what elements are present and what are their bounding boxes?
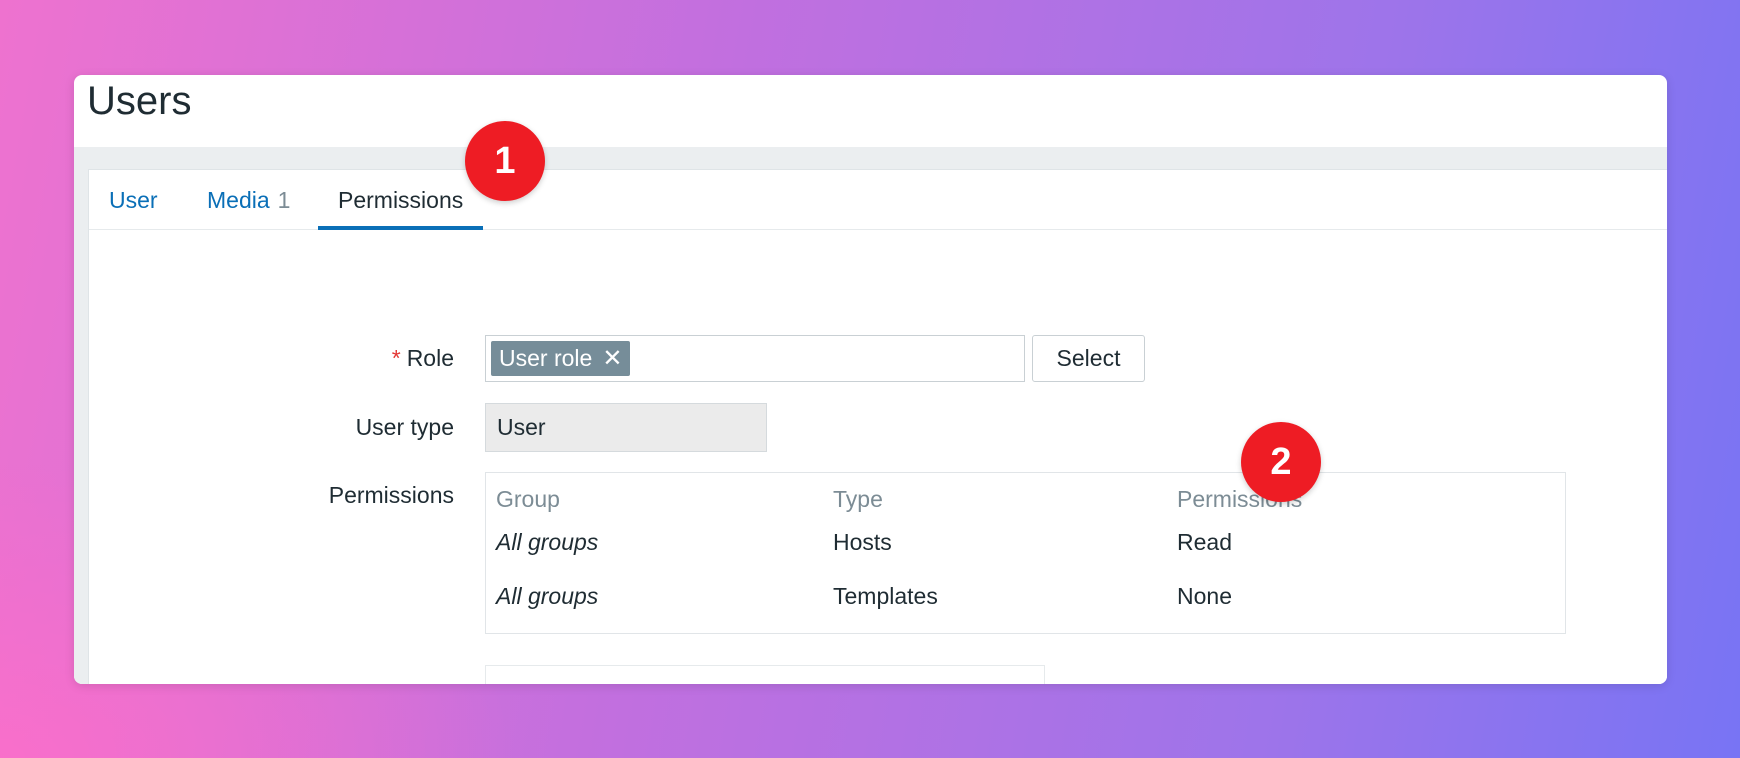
row-1-group: All groups xyxy=(496,529,599,555)
required-marker: * xyxy=(391,345,401,371)
column-header-group: Group xyxy=(496,486,560,512)
row-1-permission: Read xyxy=(1177,529,1232,555)
close-icon[interactable]: ✕ xyxy=(602,341,622,376)
role-chip: User role ✕ xyxy=(491,341,631,376)
tab-user[interactable]: User xyxy=(89,170,178,230)
row-2-group: All groups xyxy=(496,583,599,609)
users-window: Users User Media 1 Permissions * Role User… xyxy=(74,75,1667,684)
tab-media[interactable]: Media 1 xyxy=(187,170,310,230)
tab-media-count: 1 xyxy=(277,187,291,213)
tab-media-label: Media xyxy=(207,187,270,213)
column-header-type: Type xyxy=(833,486,883,512)
tab-permissions[interactable]: Permissions xyxy=(318,170,484,230)
tab-bar: User Media 1 Permissions xyxy=(89,170,1667,230)
annotation-badge-1: 1 xyxy=(465,121,545,201)
select-role-button[interactable]: Select xyxy=(1032,335,1145,382)
user-type-label: User type xyxy=(355,414,454,440)
permissions-label: Permissions xyxy=(328,482,454,508)
row-2-permission: None xyxy=(1177,583,1232,609)
row-2-type: Templates xyxy=(833,583,938,609)
tab-user-label: User xyxy=(109,187,158,213)
form-panel: User Media 1 Permissions * Role User role … xyxy=(88,169,1667,684)
permissions-note: Permissions can be assigned for user gro… xyxy=(485,665,1045,684)
row-1-type: Hosts xyxy=(833,529,892,555)
user-type-field: User xyxy=(485,403,767,452)
permissions-table: Group Type Permissions All groups Hosts … xyxy=(485,472,1566,634)
annotation-badge-2: 2 xyxy=(1241,422,1321,502)
role-label-text: Role xyxy=(406,345,454,371)
role-label: * Role xyxy=(154,345,454,372)
tab-permissions-label: Permissions xyxy=(338,187,464,213)
role-multiselect[interactable]: User role ✕ xyxy=(485,335,1025,382)
page-title: Users xyxy=(87,79,192,123)
role-chip-label: User role xyxy=(499,345,593,371)
